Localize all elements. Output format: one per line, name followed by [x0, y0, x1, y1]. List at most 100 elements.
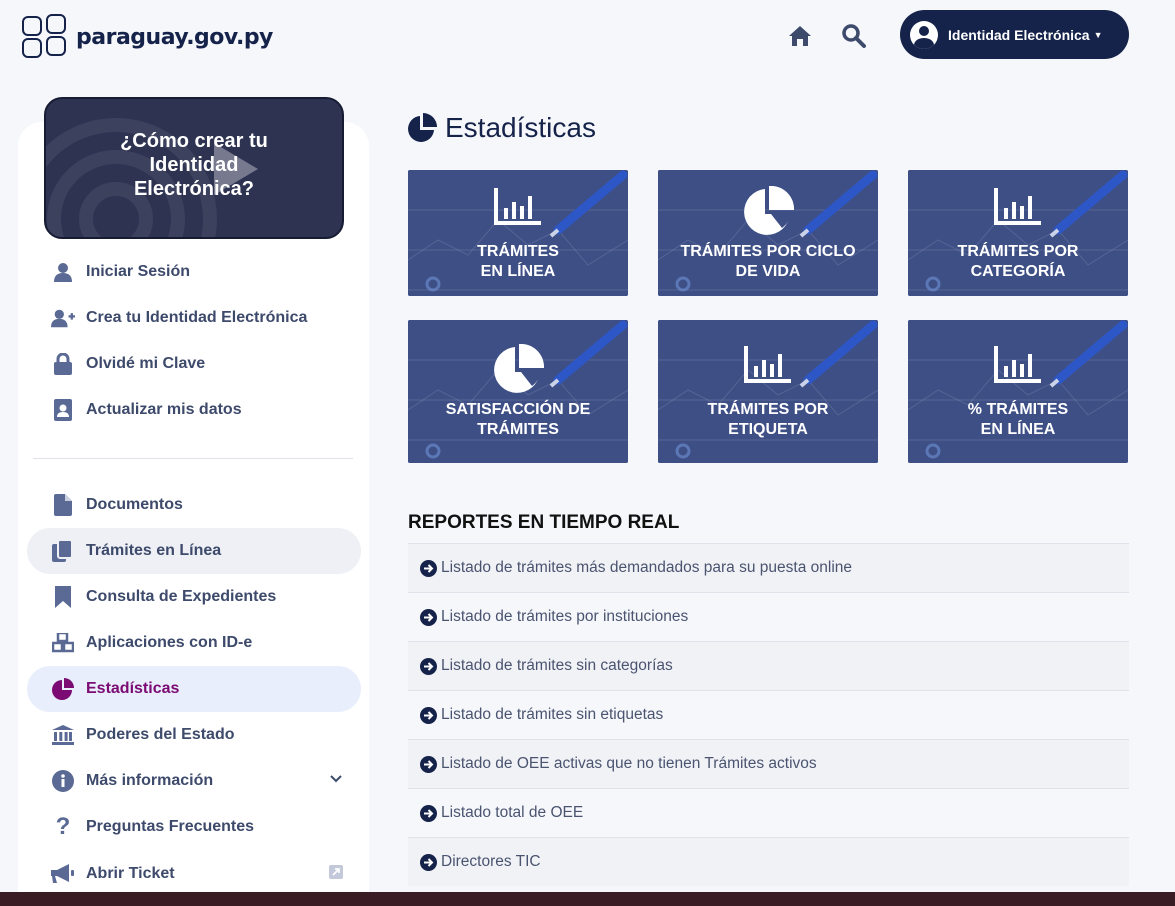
sidebar-item-label: Poderes del Estado — [86, 726, 235, 743]
pie-chart-icon — [408, 344, 628, 394]
bookmark-icon — [51, 585, 75, 609]
user-circle-icon — [910, 20, 938, 49]
tile-label-line2: CATEGORÍA — [970, 263, 1066, 280]
os-taskbar — [0, 892, 1175, 906]
sidebar-item-statistics[interactable]: Estadísticas — [27, 666, 361, 712]
report-link-label: Listado de trámites por instituciones — [441, 608, 689, 625]
tile-label-line1: TRÁMITES POR — [957, 243, 1079, 260]
document-icon — [51, 493, 75, 517]
arrow-right-circle-icon — [420, 706, 437, 724]
tile-lifecycle-procedures[interactable]: TRÁMITES POR CICLO DE VIDA — [658, 170, 878, 296]
video-tutorial-card[interactable]: ¿Cómo crear tu Identidad Electrónica? — [44, 97, 344, 239]
tile-label: TRÁMITES POR ETIQUETA — [658, 400, 878, 440]
tile-label-line1: TRÁMITES POR — [707, 401, 829, 418]
sidebar-item-label: Olvidé mi Clave — [86, 355, 206, 372]
pie-chart-icon — [658, 186, 878, 236]
tile-label-line2: EN LÍNEA — [480, 263, 556, 280]
tile-label: SATISFACCIÓN DE TRÁMITES — [408, 400, 628, 440]
sidebar-item-label: Consulta de Expedientes — [86, 588, 277, 605]
sidebar-item-update-data[interactable]: Actualizar mis datos — [27, 387, 361, 433]
user-plus-icon — [51, 306, 75, 330]
arrow-right-circle-icon — [420, 853, 437, 871]
tile-label-line2: DE VIDA — [735, 263, 801, 280]
home-icon[interactable] — [786, 22, 814, 50]
bar-chart-icon — [658, 344, 878, 384]
tile-label-line1: TRÁMITES POR CICLO — [680, 243, 856, 260]
arrow-right-circle-icon — [420, 804, 437, 822]
tile-label-line1: TRÁMITES — [477, 243, 559, 260]
info-icon — [51, 769, 75, 793]
tile-tag-procedures[interactable]: TRÁMITES POR ETIQUETA — [658, 320, 878, 463]
report-link[interactable]: Listado de OEE activas que no tienen Trá… — [408, 739, 1129, 788]
user-icon — [51, 260, 75, 284]
bar-chart-icon — [408, 186, 628, 226]
report-link[interactable]: Listado de trámites más demandados para … — [408, 543, 1129, 592]
sidebar-item-create-identity[interactable]: Crea tu Identidad Electrónica — [27, 295, 361, 341]
tile-label: TRÁMITES POR CICLO DE VIDA — [658, 242, 878, 282]
sidebar-item-online-procedures[interactable]: Trámites en Línea — [27, 528, 361, 574]
tile-category-procedures[interactable]: TRÁMITES POR CATEGORÍA — [908, 170, 1128, 296]
sidebar-item-documents[interactable]: Documentos — [27, 482, 361, 528]
report-link-label: Listado de trámites más demandados para … — [441, 559, 852, 576]
sidebar-item-more-info[interactable]: Más información — [27, 758, 361, 804]
tile-background — [908, 320, 1128, 463]
tile-online-procedures[interactable]: TRÁMITES EN LÍNEA — [408, 170, 628, 296]
report-link[interactable]: Listado de trámites por instituciones — [408, 592, 1129, 641]
sidebar-item-label: Actualizar mis datos — [86, 401, 242, 418]
report-link-label: Listado de OEE activas que no tienen Trá… — [441, 755, 817, 772]
pie-chart-icon — [408, 113, 437, 142]
cubes-icon — [51, 631, 75, 655]
video-card-title: ¿Cómo crear tu Identidad Electrónica? — [120, 130, 268, 200]
sidebar-item-open-ticket[interactable]: Abrir Ticket — [27, 851, 361, 897]
sidebar-divider — [33, 458, 353, 459]
tile-percent-online[interactable]: % TRÁMITES EN LÍNEA — [908, 320, 1128, 463]
site-logo[interactable]: paraguay.gov.py — [22, 14, 273, 60]
page-title: Estadísticas — [407, 112, 596, 144]
tile-label-line2: TRÁMITES — [477, 421, 559, 438]
question-icon: ? — [55, 813, 71, 840]
sidebar-item-login[interactable]: Iniciar Sesión — [27, 249, 361, 295]
bar-chart-icon — [908, 186, 1128, 226]
sidebar-item-apps[interactable]: Aplicaciones con ID-e — [27, 620, 361, 666]
arrow-right-circle-icon — [420, 657, 437, 675]
page-title-text: Estadísticas — [445, 112, 596, 143]
sidebar-item-label: Preguntas Frecuentes — [86, 818, 255, 835]
search-icon[interactable] — [840, 22, 868, 50]
arrow-right-circle-icon — [420, 608, 437, 626]
report-link[interactable]: Directores TIC — [408, 837, 1129, 886]
sidebar-item-label: Crea tu Identidad Electrónica — [86, 309, 308, 326]
sidebar-item-case-lookup[interactable]: Consulta de Expedientes — [27, 574, 361, 620]
copy-documents-icon — [51, 539, 75, 563]
report-link-label: Listado de trámites sin etiquetas — [441, 706, 664, 723]
bar-chart-icon — [908, 344, 1128, 384]
tile-label-line2: ETIQUETA — [728, 421, 808, 438]
site-name: paraguay.gov.py — [76, 24, 273, 50]
sidebar-item-faq[interactable]: ? Preguntas Frecuentes — [27, 804, 361, 850]
tile-label: TRÁMITES POR CATEGORÍA — [908, 242, 1128, 282]
tile-satisfaction[interactable]: SATISFACCIÓN DE TRÁMITES — [408, 320, 628, 463]
sidebar-item-label: Aplicaciones con ID-e — [86, 634, 253, 651]
report-link[interactable]: Listado total de OEE — [408, 788, 1129, 837]
sidebar-item-forgot-password[interactable]: Olvidé mi Clave — [27, 341, 361, 387]
sidebar-item-state-powers[interactable]: Poderes del Estado — [27, 712, 361, 758]
institution-icon — [51, 723, 75, 747]
logo-mark-icon — [22, 14, 70, 60]
sidebar-item-label: Trámites en Línea — [86, 542, 222, 559]
arrow-right-circle-icon — [420, 559, 437, 577]
account-menu-button[interactable]: Identidad Electrónica ▼ — [900, 10, 1129, 59]
lock-icon — [51, 352, 75, 376]
report-link[interactable]: Listado de trámites sin categorías — [408, 641, 1129, 690]
account-menu-label: Identidad Electrónica — [948, 26, 1090, 43]
sidebar-item-label: Abrir Ticket — [86, 865, 175, 882]
chevron-down-icon — [330, 775, 342, 783]
tile-background — [658, 320, 878, 463]
report-link[interactable]: Listado de trámites sin etiquetas — [408, 690, 1129, 739]
tile-label: % TRÁMITES EN LÍNEA — [908, 400, 1128, 440]
site-header: paraguay.gov.py Identidad Electrónica ▼ — [0, 0, 1175, 80]
sidebar-item-label: Estadísticas — [86, 680, 180, 697]
report-link-label: Listado total de OEE — [441, 804, 584, 821]
report-link-label: Directores TIC — [441, 853, 541, 870]
megaphone-icon — [51, 862, 75, 886]
caret-down-icon: ▼ — [1093, 29, 1103, 40]
sidebar-item-label: Iniciar Sesión — [86, 263, 191, 280]
